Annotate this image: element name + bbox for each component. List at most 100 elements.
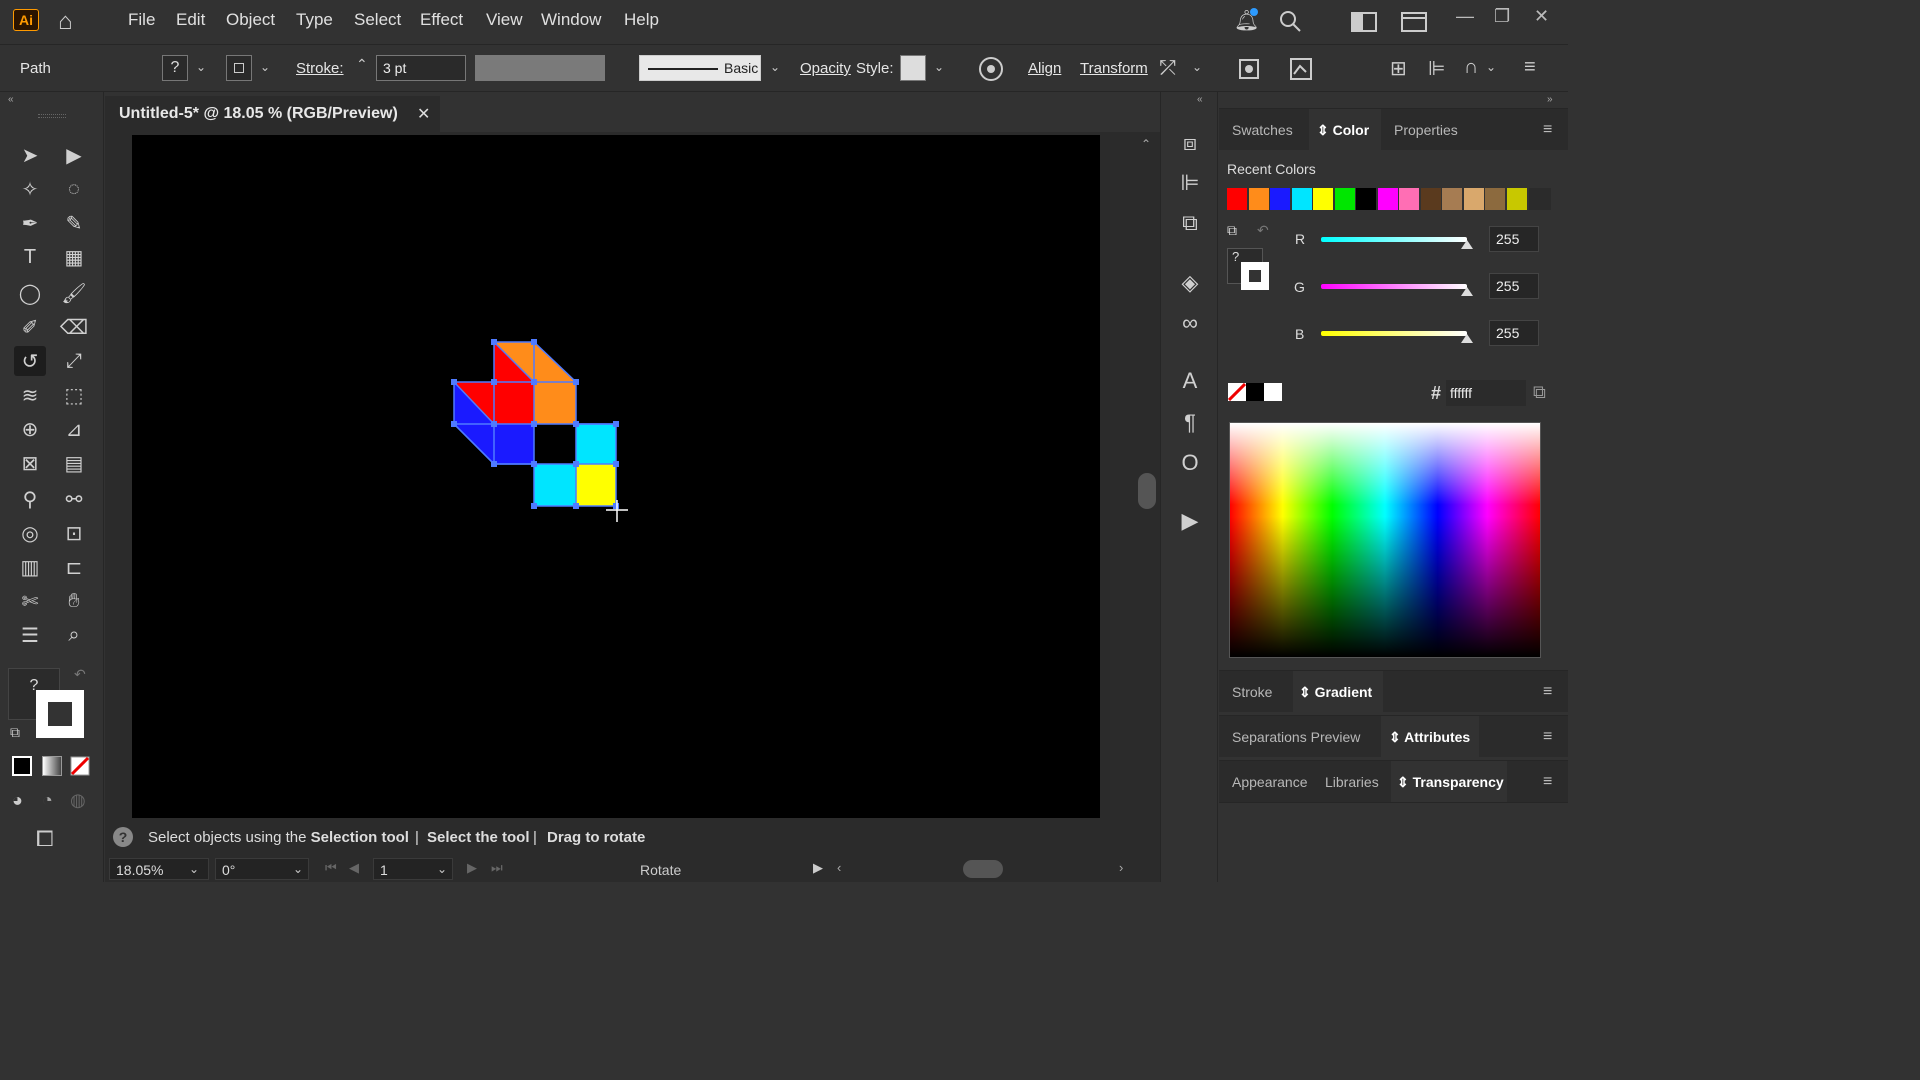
minimize-icon[interactable]: — — [1456, 6, 1474, 27]
magic-wand-tool-icon[interactable]: ✧ — [14, 174, 46, 204]
actions-panel-icon[interactable]: ▶ — [1175, 506, 1205, 536]
restore-icon[interactable]: ❐ — [1494, 6, 1510, 27]
symbol-sprayer-tool-icon[interactable]: ⊡ — [58, 518, 90, 548]
tab-stroke[interactable]: Stroke — [1232, 684, 1272, 700]
measure-tool-icon[interactable]: ⚯ — [58, 484, 90, 514]
recent-color-swatch[interactable] — [1399, 188, 1419, 210]
g-value-field[interactable]: 255 — [1489, 273, 1539, 299]
edit-toolbar-icon[interactable]: ☰ — [14, 620, 46, 650]
default-fill-stroke-icon[interactable]: ⧉ — [10, 724, 20, 741]
shape-builder-tool-icon[interactable]: ⊕ — [14, 414, 46, 444]
toolbar-grip[interactable] — [38, 114, 66, 118]
scroll-up-icon[interactable]: ⌃ — [1141, 137, 1151, 151]
warp-tool-icon[interactable]: ≋ — [14, 380, 46, 410]
artwork[interactable] — [132, 135, 1100, 818]
attributes-panel-menu-icon[interactable]: ≡ — [1543, 728, 1552, 746]
tab-libraries[interactable]: Libraries — [1325, 774, 1379, 790]
brush-definition[interactable]: Basic — [639, 55, 761, 81]
tab-swatches[interactable]: Swatches — [1232, 122, 1293, 138]
color-panel-menu-icon[interactable]: ≡ — [1543, 121, 1552, 139]
panel-stroke-box[interactable] — [1241, 262, 1269, 290]
graphic-style-swatch[interactable] — [900, 55, 926, 81]
arrange-documents-icon[interactable] — [1401, 12, 1427, 32]
table-tool-icon[interactable]: ▦ — [58, 242, 90, 272]
swap-colors-icon[interactable]: ↶ — [1257, 222, 1269, 239]
previous-artboard-icon[interactable]: ◀ — [349, 860, 359, 876]
recent-color-swatch[interactable] — [1442, 188, 1462, 210]
recent-color-swatch[interactable] — [1291, 188, 1312, 210]
white-color-swatch[interactable] — [1264, 383, 1282, 401]
opentype-panel-icon[interactable]: O — [1175, 448, 1205, 478]
color-picker-icon[interactable]: ⧉ — [1533, 382, 1546, 403]
b-value-field[interactable]: 255 — [1489, 320, 1539, 346]
scroll-right-icon[interactable]: › — [1119, 860, 1123, 875]
first-artboard-icon[interactable]: ⏮ — [325, 860, 337, 876]
eraser-tool-icon[interactable]: ⌫ — [58, 312, 90, 342]
type-tool-icon[interactable]: T — [14, 242, 46, 272]
b-slider[interactable] — [1321, 331, 1467, 336]
pen-tool-icon[interactable]: ✒ — [14, 208, 46, 238]
curvature-tool-icon[interactable]: ✎ — [58, 208, 90, 238]
tab-properties[interactable]: Properties — [1394, 122, 1458, 138]
align-left-icon[interactable]: ⊫ — [1428, 56, 1445, 81]
tab-appearance[interactable]: Appearance — [1232, 774, 1308, 790]
rotate-tool-icon[interactable]: ↺ — [14, 346, 46, 376]
stroke-swatch[interactable] — [226, 55, 252, 81]
stroke-weight-field[interactable]: 3 pt — [376, 55, 466, 81]
image-trace-icon[interactable] — [1288, 56, 1314, 82]
tab-gradient[interactable]: ⇕ Gradient — [1299, 684, 1372, 701]
recent-color-swatch[interactable] — [1313, 188, 1333, 210]
tab-attributes[interactable]: ⇕ Attributes — [1389, 729, 1470, 746]
blend-tool-icon[interactable]: ◎ — [14, 518, 46, 548]
pathfinder-icon[interactable]: ∩ — [1464, 56, 1478, 79]
draw-normal-icon[interactable]: ◕ — [12, 790, 23, 811]
default-colors-icon[interactable]: ⧉ — [1227, 222, 1237, 239]
tab-transparency[interactable]: ⇕ Transparency — [1397, 774, 1504, 791]
style-dropdown-chevron-icon[interactable]: ⌄ — [934, 60, 944, 74]
paintbrush-tool-icon[interactable]: 🖌︎ — [58, 278, 90, 308]
control-menu-icon[interactable]: ≡ — [1524, 56, 1536, 79]
isolate-icon[interactable]: ⤱ — [1160, 57, 1176, 80]
pathfinder-panel-icon[interactable]: ⧉ — [1175, 208, 1205, 238]
zoom-tool-icon[interactable]: ⌕ — [58, 620, 90, 650]
search-icon[interactable] — [1278, 9, 1302, 33]
recent-color-swatch[interactable] — [1248, 188, 1269, 210]
gradient-panel-menu-icon[interactable]: ≡ — [1543, 683, 1552, 701]
links-panel-icon[interactable]: ∞ — [1175, 308, 1205, 338]
g-slider[interactable] — [1321, 284, 1467, 289]
draw-inside-icon[interactable]: ◍ — [70, 790, 86, 811]
tab-separations-preview[interactable]: Separations Preview — [1232, 729, 1360, 745]
vertical-scroll-thumb[interactable] — [1138, 473, 1156, 509]
recolor-artwork-icon[interactable] — [978, 56, 1004, 82]
next-artboard-icon[interactable]: ▶ — [467, 860, 477, 876]
last-artboard-icon[interactable]: ⏭ — [491, 860, 503, 876]
opacity-label[interactable]: Opacity — [800, 60, 851, 77]
collapse-panel-icon[interactable]: » — [1547, 94, 1553, 105]
recent-color-swatch[interactable] — [1420, 188, 1441, 210]
draw-behind-icon[interactable]: ◔ — [42, 790, 53, 811]
stroke-dropdown-chevron-icon[interactable]: ⌄ — [260, 60, 270, 74]
variable-width-profile[interactable] — [475, 55, 605, 81]
menu-object[interactable]: Object — [226, 10, 275, 30]
tab-color[interactable]: ⇕ Color — [1317, 122, 1369, 139]
black-color-swatch[interactable] — [1246, 383, 1264, 401]
g-slider-thumb[interactable] — [1461, 287, 1473, 296]
b-slider-thumb[interactable] — [1461, 334, 1473, 343]
collapse-tools-icon[interactable]: « — [8, 94, 14, 105]
status-menu-arrow-icon[interactable]: ▶ — [813, 860, 823, 876]
artboard[interactable] — [132, 135, 1100, 818]
menu-edit[interactable]: Edit — [176, 10, 205, 30]
perspective-grid-tool-icon[interactable]: ⊿ — [58, 414, 90, 444]
color-mode-icon[interactable] — [12, 756, 32, 776]
recent-color-swatch[interactable] — [1485, 188, 1505, 210]
gradient-tool-icon[interactable]: ▤ — [58, 448, 90, 478]
layers-panel-icon[interactable]: ◈ — [1175, 268, 1205, 298]
recent-color-swatch[interactable] — [1334, 188, 1355, 210]
menu-help[interactable]: Help — [624, 10, 659, 30]
align-panel-icon[interactable]: ⊫ — [1175, 168, 1205, 198]
r-slider-thumb[interactable] — [1461, 240, 1473, 249]
paragraph-panel-icon[interactable]: ¶ — [1175, 408, 1205, 438]
none-mode-icon[interactable] — [70, 756, 90, 776]
lasso-tool-icon[interactable]: ◌ — [58, 174, 90, 204]
recent-color-swatch[interactable] — [1463, 188, 1484, 210]
